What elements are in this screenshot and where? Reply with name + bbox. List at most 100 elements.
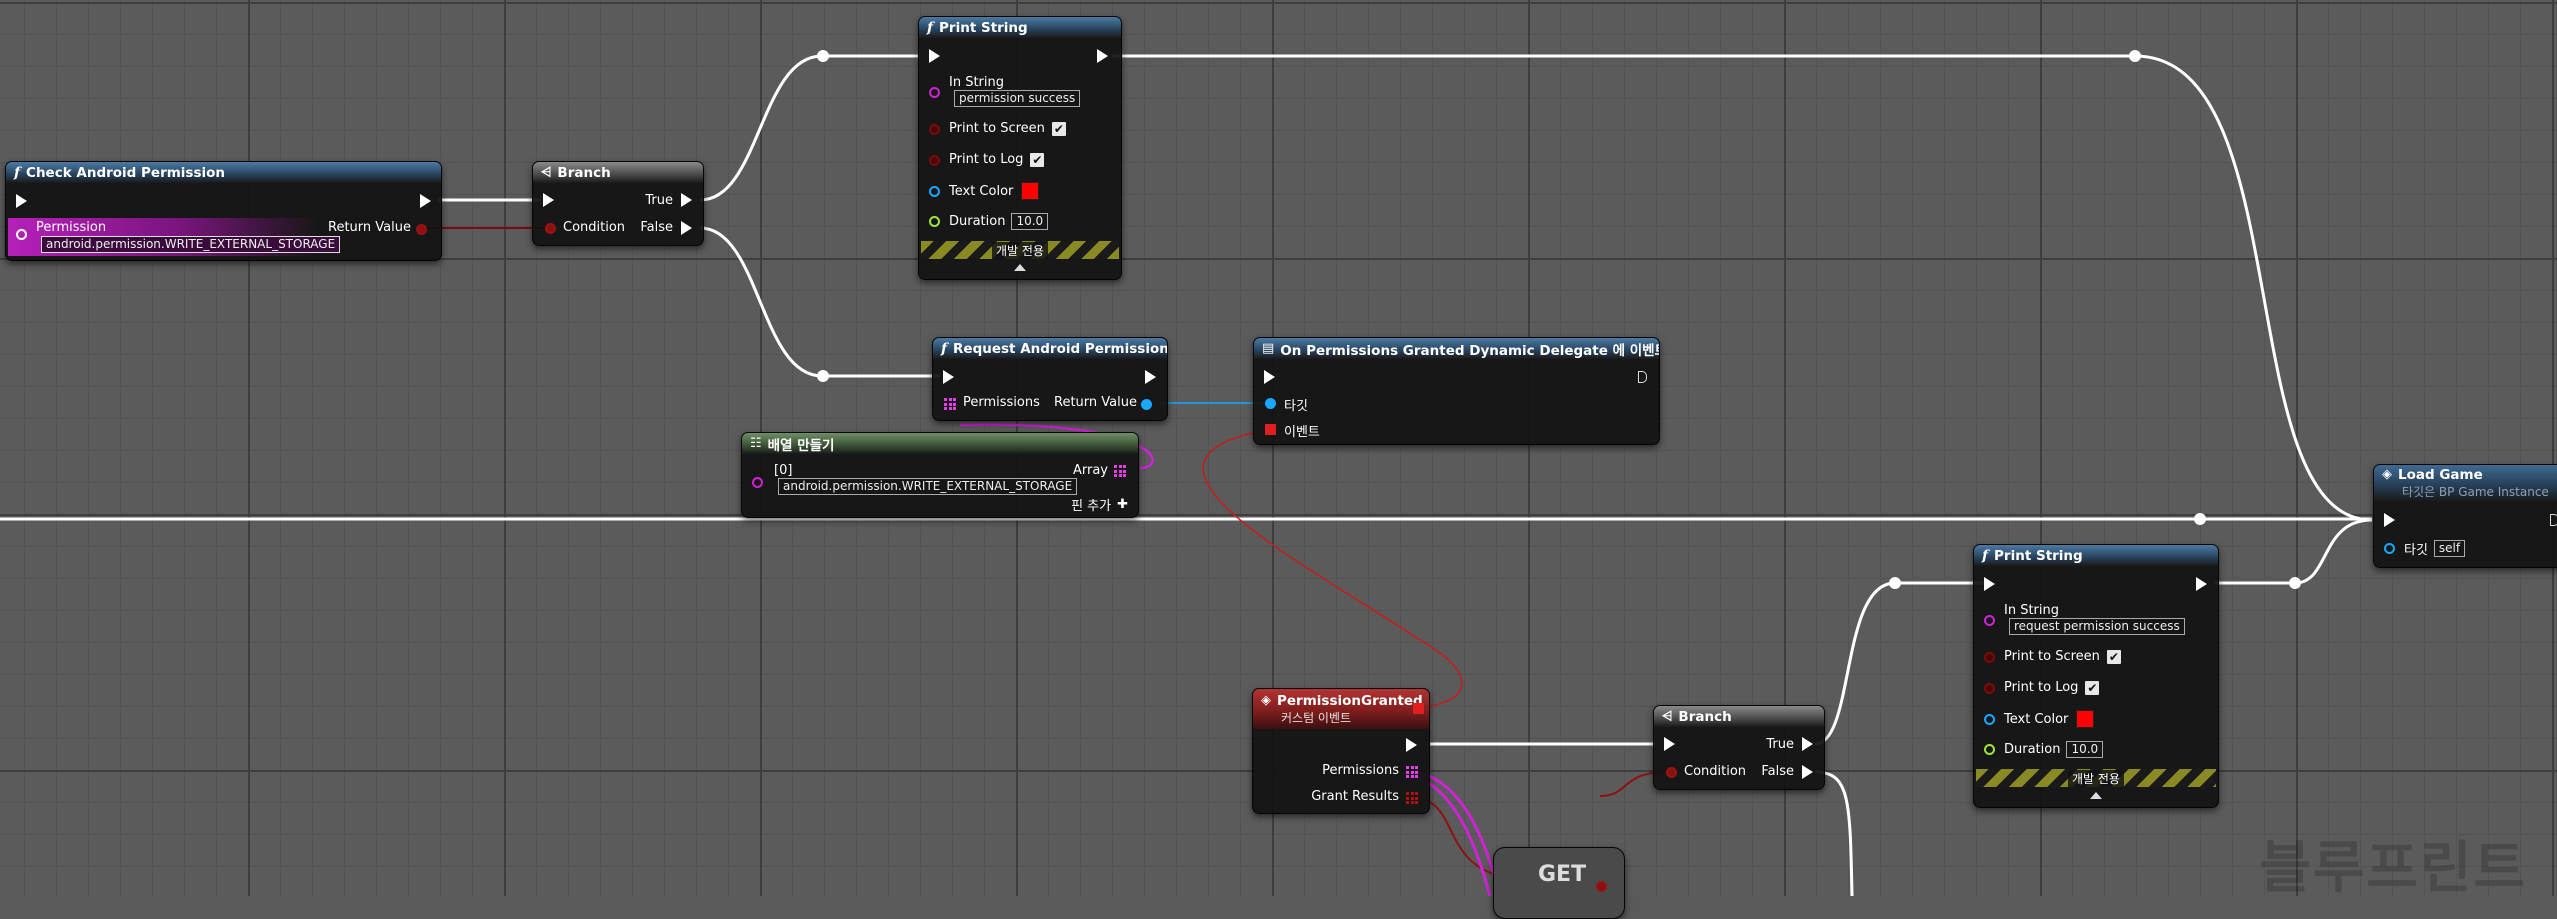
array-label: Array: [1072, 463, 1108, 478]
condition-label: Condition: [1684, 764, 1747, 779]
print-string-node[interactable]: f Print String In String permission succe…: [918, 16, 1122, 280]
exec-in-pin[interactable]: [543, 193, 554, 207]
permissions-array-pin[interactable]: [1406, 766, 1418, 778]
grant-results-array-pin[interactable]: [1406, 792, 1418, 804]
exec-out-pin[interactable]: [1406, 738, 1417, 752]
condition-pin[interactable]: [545, 223, 556, 234]
duration-label: Duration: [949, 214, 1006, 229]
branch-node[interactable]: ⩤ Branch True Condition False: [532, 161, 704, 246]
true-label: True: [1766, 737, 1794, 752]
branch-node[interactable]: ⩤ Branch True Condition False: [1653, 705, 1825, 790]
exec-in-pin[interactable]: [929, 49, 940, 63]
branch-icon: ⩤: [1662, 709, 1673, 724]
return-value-label: Return Value: [1054, 395, 1137, 410]
node-header: f Print String: [1974, 545, 2218, 566]
exec-out-pin[interactable]: [420, 194, 431, 208]
print-to-log-pin[interactable]: [1984, 683, 1995, 694]
return-value-pin[interactable]: [1141, 399, 1152, 410]
text-color-pin[interactable]: [929, 186, 940, 197]
true-exec-pin[interactable]: [681, 193, 692, 207]
duration-pin[interactable]: [1984, 744, 1995, 755]
print-to-log-checkbox[interactable]: ✔: [1030, 152, 1045, 167]
function-call-icon: ◈: [2382, 467, 2392, 482]
text-color-swatch[interactable]: [1021, 182, 1040, 200]
expand-chevron-icon[interactable]: [1014, 264, 1026, 271]
condition-pin[interactable]: [1666, 767, 1677, 778]
print-to-screen-checkbox[interactable]: ✔: [2106, 649, 2121, 664]
request-android-permissions-node[interactable]: f Request Android Permissions Permissions…: [932, 337, 1168, 421]
exec-in-pin[interactable]: [1264, 370, 1275, 384]
duration-value-field[interactable]: 10.0: [1011, 213, 1049, 230]
exec-out-pin[interactable]: [2196, 577, 2207, 591]
text-color-pin[interactable]: [1984, 714, 1995, 725]
development-only-banner: 개발 전용: [1976, 769, 2216, 787]
permissions-array-pin[interactable]: [944, 398, 956, 410]
in-string-value-field[interactable]: request permission success: [2009, 618, 2185, 635]
node-header: ☷ 배열 만들기: [742, 433, 1138, 454]
true-exec-pin[interactable]: [1802, 737, 1813, 751]
permission-granted-custom-event-node[interactable]: ◈ PermissionGranted 커스텀 이벤트 Permissions G…: [1252, 688, 1430, 814]
permission-input-pin[interactable]: [16, 229, 27, 240]
target-pin[interactable]: [2384, 543, 2395, 554]
exec-out-pin[interactable]: [1097, 49, 1108, 63]
array-output-pin[interactable]: [1114, 465, 1126, 477]
node-header: ⩤ Branch: [533, 162, 703, 183]
bind-event-delegate-node[interactable]: ▤ On Permissions Granted Dynamic Delegate…: [1253, 337, 1660, 445]
node-header: f Print String: [919, 17, 1121, 38]
plus-icon: ✚: [1117, 497, 1128, 512]
array-element-value-field[interactable]: android.permission.WRITE_EXTERNAL_STORAG…: [778, 478, 1078, 495]
node-header: ⩤ Branch: [1654, 706, 1824, 727]
load-game-node[interactable]: ◈ Load Game 타깃은 BP Game Instance 타깃 self: [2373, 464, 2557, 568]
false-exec-pin[interactable]: [681, 221, 692, 235]
add-pin-button[interactable]: 핀 추가 ✚: [1071, 495, 1128, 514]
delegate-output-pin[interactable]: [1413, 703, 1424, 714]
get-output-pin[interactable]: [1596, 881, 1607, 892]
development-only-banner: 개발 전용: [921, 241, 1119, 259]
print-to-screen-pin[interactable]: [929, 124, 940, 135]
print-to-log-checkbox[interactable]: ✔: [2085, 680, 2100, 695]
exec-out-pin[interactable]: [1145, 370, 1156, 384]
exec-out-pin[interactable]: [2550, 514, 2557, 526]
array-element-pin[interactable]: [752, 477, 763, 488]
make-array-node[interactable]: ☷ 배열 만들기 [0] android.permission.WRITE_EXT…: [741, 432, 1139, 518]
in-string-pin[interactable]: [929, 87, 940, 98]
permission-value-field[interactable]: android.permission.WRITE_EXTERNAL_STORAG…: [41, 236, 341, 253]
get-array-node[interactable]: GET: [1493, 847, 1625, 919]
exec-in-pin[interactable]: [2384, 513, 2395, 527]
duration-value-field[interactable]: 10.0: [2066, 741, 2104, 758]
exec-in-pin[interactable]: [943, 370, 954, 384]
in-string-label: In String: [2004, 603, 2060, 618]
return-value-label: Return Value: [328, 220, 411, 235]
exec-out-pin[interactable]: [1638, 371, 1647, 383]
print-to-log-pin[interactable]: [929, 155, 940, 166]
exec-in-pin[interactable]: [1664, 737, 1675, 751]
permission-label: Permission: [36, 220, 107, 235]
false-exec-pin[interactable]: [1802, 765, 1813, 779]
exec-wire: [1814, 770, 1854, 896]
node-subtitle: 타깃은 BP Game Instance: [2402, 484, 2549, 499]
target-value-field[interactable]: self: [2433, 540, 2466, 557]
print-to-screen-label: Print to Screen: [949, 121, 1045, 136]
exec-wire: [1814, 581, 1985, 746]
false-label: False: [640, 220, 673, 235]
exec-in-pin[interactable]: [1984, 577, 1995, 591]
in-string-value-field[interactable]: permission success: [954, 90, 1081, 107]
target-pin[interactable]: [1265, 398, 1276, 409]
print-to-screen-pin[interactable]: [1984, 652, 1995, 663]
return-value-pin[interactable]: [416, 224, 427, 235]
in-string-pin[interactable]: [1984, 615, 1995, 626]
function-icon: f: [941, 340, 948, 357]
check-android-permission-node[interactable]: f Check Android Permission Permission and…: [5, 161, 442, 261]
expand-chevron-icon[interactable]: [2090, 792, 2102, 799]
in-string-label: In String: [949, 75, 1005, 90]
event-pin[interactable]: [1265, 424, 1276, 435]
print-to-screen-checkbox[interactable]: ✔: [1051, 121, 1066, 136]
print-to-log-label: Print to Log: [2004, 680, 2079, 695]
duration-pin[interactable]: [929, 216, 940, 227]
print-string-node[interactable]: f Print String In String request permissi…: [1973, 544, 2219, 808]
exec-in-pin[interactable]: [16, 194, 27, 208]
false-label: False: [1761, 764, 1794, 779]
text-color-swatch[interactable]: [2076, 710, 2095, 728]
permissions-label: Permissions: [963, 395, 1040, 410]
function-icon: f: [14, 164, 21, 181]
